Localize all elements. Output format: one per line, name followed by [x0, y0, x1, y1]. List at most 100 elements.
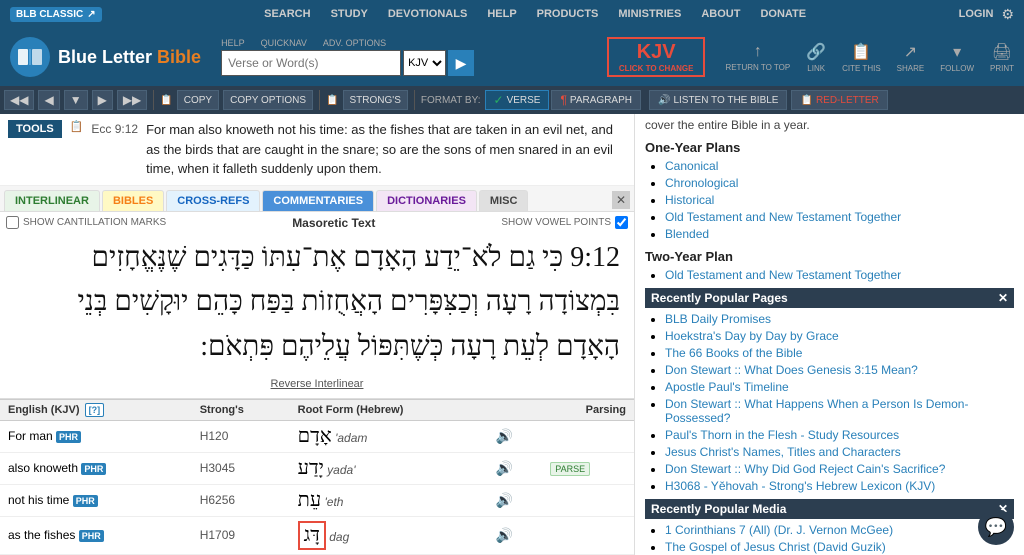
- tab-dictionaries[interactable]: DICTIONARIES: [376, 190, 477, 211]
- nav-prev-prev-button[interactable]: ◀◀: [4, 90, 34, 110]
- hebrew-root-cell: אָדָם 'adam: [290, 420, 488, 452]
- version-select[interactable]: KJV: [403, 50, 446, 76]
- strongs-number[interactable]: H3045: [200, 461, 235, 475]
- chat-button[interactable]: 💬: [978, 509, 1014, 545]
- table-row: as the fishes PHR H1709 דָּג dag 🔊: [0, 516, 634, 554]
- tab-interlinear[interactable]: INTERLINEAR: [4, 190, 100, 211]
- blb-classic-badge[interactable]: BLB CLASSIC ↗: [10, 7, 102, 22]
- nav-next-button[interactable]: ▶: [92, 90, 113, 110]
- transliteration: 'adam: [335, 431, 367, 445]
- copy-button[interactable]: COPY: [177, 90, 219, 110]
- cite-button[interactable]: 📋 CITE THIS: [842, 42, 881, 73]
- kjv-selector[interactable]: KJV CLICK TO CHANGE: [607, 37, 706, 77]
- audio-button[interactable]: 🔊: [496, 460, 513, 476]
- share-button[interactable]: ↗ SHARE: [897, 42, 925, 73]
- popular-page-link[interactable]: Don Stewart :: What Happens When a Perso…: [665, 397, 968, 425]
- copy-options-button[interactable]: COPY OPTIONS: [223, 90, 313, 110]
- popular-page-link[interactable]: Hoekstra's Day by Day by Grace: [665, 329, 839, 343]
- check-icon: ✓: [494, 93, 504, 107]
- list-item: Don Stewart :: What Happens When a Perso…: [665, 397, 1014, 425]
- tab-commentaries[interactable]: COMMENTARIES: [262, 190, 374, 211]
- cantillation-checkbox[interactable]: [6, 216, 19, 229]
- strongs-number[interactable]: H120: [200, 429, 229, 443]
- popular-page-link[interactable]: Don Stewart :: Why Did God Reject Cain's…: [665, 462, 945, 476]
- plan-link[interactable]: Old Testament and New Testament Together: [665, 210, 901, 224]
- audio-button[interactable]: 🔊: [496, 527, 513, 543]
- audio-button[interactable]: 🔊: [496, 492, 513, 508]
- popular-media-link[interactable]: 1 Corinthians 7 (All) (Dr. J. Vernon McG…: [665, 523, 893, 537]
- nav-prev-button[interactable]: ◀: [38, 90, 59, 110]
- recently-popular-media-label: Recently Popular Media: [651, 502, 786, 516]
- return-top-button[interactable]: ↑ RETURN TO TOP: [725, 43, 790, 72]
- copy-prefix-icon: 📋: [160, 95, 172, 106]
- red-letter-prefix-icon: 📋: [800, 95, 812, 106]
- nav-search[interactable]: SEARCH: [264, 8, 310, 20]
- nav-about[interactable]: ABOUT: [701, 8, 740, 20]
- red-letter-button[interactable]: 📋 RED-LETTER: [791, 90, 887, 110]
- tab-cross-refs[interactable]: CROSS-REFS: [166, 190, 260, 211]
- settings-icon[interactable]: ⚙: [1001, 6, 1014, 23]
- col-parsing: Parsing: [542, 399, 634, 420]
- cite-label: CITE THIS: [842, 64, 881, 73]
- kjv-label: KJV: [637, 41, 676, 64]
- plan-link[interactable]: Blended: [665, 227, 709, 241]
- english-text: For man: [8, 429, 53, 443]
- print-button[interactable]: 🖨 PRINT: [990, 42, 1014, 73]
- plan-link[interactable]: Historical: [665, 193, 714, 207]
- phr-badge[interactable]: PHR: [56, 431, 81, 443]
- popular-media-link[interactable]: The Gospel of Jesus Christ (David Guzik): [665, 540, 886, 554]
- plan-link[interactable]: Chronological: [665, 176, 738, 190]
- list-item: Canonical: [665, 159, 1014, 173]
- link-icon: 🔗: [806, 42, 826, 62]
- tools-button[interactable]: TOOLS: [8, 120, 62, 138]
- nav-donate[interactable]: DONATE: [760, 8, 806, 20]
- popular-page-link[interactable]: H3068 - Yĕhovah - Strong's Hebrew Lexico…: [665, 479, 935, 493]
- reverse-interlinear-link[interactable]: Reverse Interlinear: [6, 374, 628, 394]
- nav-help[interactable]: HELP: [487, 8, 516, 20]
- help-badge[interactable]: [?]: [85, 403, 105, 417]
- phr-badge[interactable]: PHR: [79, 530, 104, 542]
- search-go-button[interactable]: ▶: [448, 50, 474, 76]
- strongs-number[interactable]: H6256: [200, 493, 235, 507]
- strongs-number[interactable]: H1709: [200, 528, 235, 542]
- nav-down-button[interactable]: ▼: [64, 90, 88, 110]
- popular-page-link[interactable]: BLB Daily Promises: [665, 312, 771, 326]
- tab-misc[interactable]: MISC: [479, 190, 529, 211]
- parse-badge[interactable]: PARSE: [550, 462, 590, 476]
- login-button[interactable]: LOGIN: [959, 8, 994, 20]
- list-item: Old Testament and New Testament Together: [665, 210, 1014, 224]
- paragraph-format-button[interactable]: ¶ PARAGRAPH: [551, 90, 641, 110]
- verse-format-button[interactable]: ✓ VERSE: [485, 90, 550, 110]
- nav-devotionals[interactable]: DEVOTIONALS: [388, 8, 467, 20]
- listen-button[interactable]: 🔊 LISTEN TO THE BIBLE: [649, 90, 788, 110]
- search-input[interactable]: [221, 50, 401, 76]
- link-button[interactable]: 🔗 LINK: [806, 42, 826, 73]
- hebrew-word[interactable]: דָּג: [298, 521, 326, 550]
- share-label: SHARE: [897, 64, 925, 73]
- follow-icon: ▾: [953, 42, 961, 62]
- transliteration: dag: [329, 530, 349, 544]
- tab-close-button[interactable]: ✕: [612, 191, 630, 209]
- nav-next-next-button[interactable]: ▶▶: [117, 90, 147, 110]
- plan-link[interactable]: Old Testament and New Testament Together: [665, 268, 901, 282]
- popular-page-link[interactable]: Apostle Paul's Timeline: [665, 380, 789, 394]
- strongs-button[interactable]: STRONG'S: [343, 90, 408, 110]
- transliteration: 'eth: [325, 495, 344, 509]
- vowel-checkbox[interactable]: [615, 216, 628, 229]
- tab-bibles[interactable]: BIBLES: [102, 190, 164, 211]
- popular-page-link[interactable]: Paul's Thorn in the Flesh - Study Resour…: [665, 428, 899, 442]
- return-icon: ↑: [754, 43, 762, 61]
- recently-popular-pages-close[interactable]: ✕: [998, 291, 1008, 305]
- phr-badge[interactable]: PHR: [73, 495, 98, 507]
- phr-badge[interactable]: PHR: [81, 463, 106, 475]
- audio-button[interactable]: 🔊: [496, 428, 513, 444]
- popular-page-link[interactable]: Jesus Christ's Names, Titles and Charact…: [665, 445, 901, 459]
- popular-page-link[interactable]: The 66 Books of the Bible: [665, 346, 802, 360]
- nav-products[interactable]: PRODUCTS: [537, 8, 599, 20]
- nav-study[interactable]: STUDY: [331, 8, 368, 20]
- plan-link[interactable]: Canonical: [665, 159, 718, 173]
- popular-page-link[interactable]: Don Stewart :: What Does Genesis 3:15 Me…: [665, 363, 918, 377]
- nav-ministries[interactable]: MINISTRIES: [618, 8, 681, 20]
- site-header: Blue Letter Bible HELP QUICKNAV ADV. OPT…: [0, 28, 1024, 86]
- follow-button[interactable]: ▾ FOLLOW: [940, 42, 974, 73]
